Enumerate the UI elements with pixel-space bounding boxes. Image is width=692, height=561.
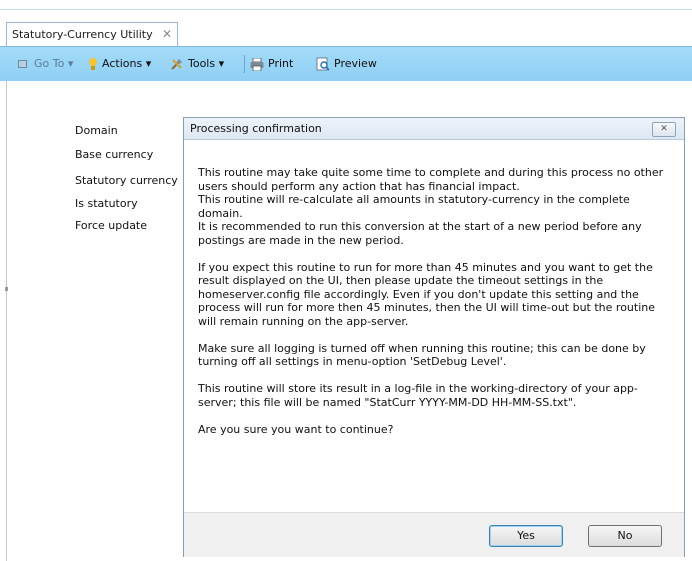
domain-label: Domain [75,124,118,137]
preview-button[interactable]: Preview [316,57,377,71]
tools-menu-button[interactable]: Tools ▾ [170,57,224,71]
dialog-close-icon[interactable]: ✕ [652,122,676,137]
toolbar-separator [244,55,245,73]
dialog-message: This routine may take quite some time to… [198,166,672,450]
base-currency-label: Base currency [75,148,154,161]
content-left-border [6,81,7,561]
goto-button[interactable]: Go To ▾ [18,57,73,70]
print-label: Print [268,57,294,70]
message-paragraph-1: This routine may take quite some time to… [198,166,664,247]
dialog-title: Processing confirmation [190,122,322,135]
tools-icon [171,59,182,70]
dialog-button-bar: Yes No [184,512,684,557]
toolbar: Go To ▾ Actions ▾ Tools ▾ Print Preview [0,46,692,81]
tools-dropdown-icon: ▾ [218,57,225,70]
preview-icon [316,57,330,71]
message-paragraph-3: Make sure all logging is turned off when… [198,341,646,369]
force-update-label: Force update [75,219,148,232]
goto-icon [18,60,27,68]
splitter-handle[interactable] [5,287,8,291]
preview-label: Preview [334,57,377,70]
actions-menu-button[interactable]: Actions ▾ [88,57,151,71]
no-button[interactable]: No [588,525,662,547]
actions-label: Actions [102,57,143,70]
window-top-border [0,0,692,10]
message-paragraph-4: This routine will store its result in a … [198,382,638,409]
statutory-currency-label: Statutory currency [75,174,178,187]
yes-button[interactable]: Yes [489,525,563,547]
tools-label: Tools [188,57,216,70]
tab-close-icon[interactable]: ✕ [162,27,172,41]
lightbulb-icon [89,58,97,70]
printer-icon [250,57,264,71]
actions-dropdown-icon: ▾ [145,57,152,70]
goto-dropdown-icon: ▾ [67,57,74,70]
print-button[interactable]: Print [250,57,293,71]
message-question: Are you sure you want to continue? [198,422,394,436]
goto-label: Go To [34,57,65,70]
tab-statutory-currency-utility[interactable]: Statutory-Currency Utility ✕ [6,22,178,46]
processing-confirmation-dialog: Processing confirmation ✕ This routine m… [183,117,685,557]
message-paragraph-2: If you expect this routine to run for mo… [198,260,655,328]
is-statutory-label: Is statutory [75,197,138,210]
dialog-titlebar: Processing confirmation [184,118,684,140]
tab-title: Statutory-Currency Utility [12,28,153,41]
